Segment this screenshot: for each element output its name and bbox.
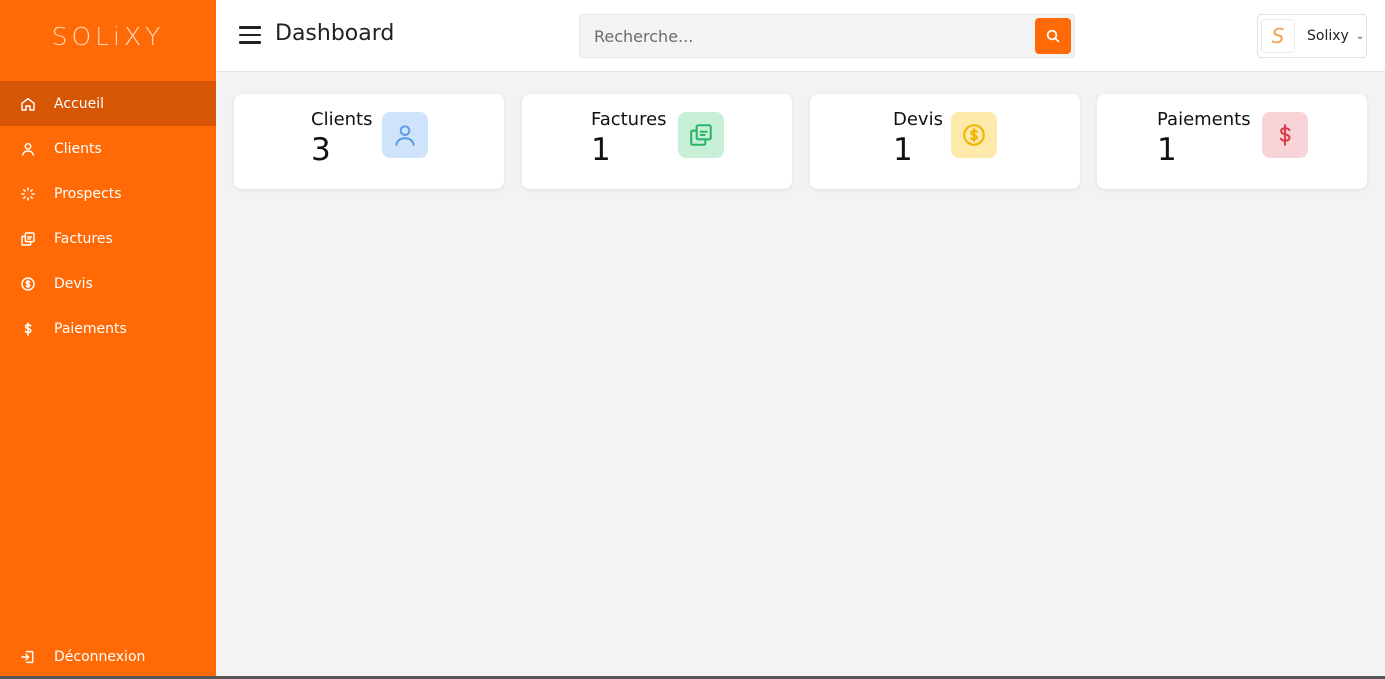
- sidebar-nav: Accueil Clients Prospects Factures Devis: [0, 81, 216, 351]
- menu-toggle-icon[interactable]: [239, 26, 261, 44]
- stat-card-clients[interactable]: Clients 3: [234, 94, 504, 189]
- sidebar-item-paiements[interactable]: Paiements: [0, 306, 216, 351]
- card-label: Paiements: [1157, 109, 1251, 130]
- sidebar: SOLiXY Accueil Clients Prospects Facture…: [0, 0, 216, 679]
- sidebar-item-label: Devis: [54, 275, 93, 292]
- card-value: 3: [311, 132, 331, 168]
- logout-icon: [19, 648, 36, 665]
- user-icon: [19, 140, 36, 157]
- sidebar-item-devis[interactable]: Devis: [0, 261, 216, 306]
- sidebar-item-label: Clients: [54, 140, 102, 157]
- sidebar-item-label: Factures: [54, 230, 113, 247]
- top-bar: Dashboard S Solixy ⌄: [216, 0, 1385, 72]
- copy-icon: [678, 112, 724, 158]
- sidebar-item-prospects[interactable]: Prospects: [0, 171, 216, 216]
- card-value: 1: [893, 132, 913, 168]
- search-bar: [579, 14, 1075, 58]
- sidebar-item-factures[interactable]: Factures: [0, 216, 216, 261]
- loader-icon: [19, 185, 36, 202]
- home-icon: [19, 95, 36, 112]
- user-icon: [382, 112, 428, 158]
- logout-button[interactable]: Déconnexion: [0, 634, 216, 679]
- sidebar-item-label: Accueil: [54, 95, 104, 112]
- card-label: Clients: [311, 109, 373, 130]
- stat-card-devis[interactable]: Devis 1: [810, 94, 1080, 189]
- search-icon: [1046, 29, 1060, 43]
- card-label: Devis: [893, 109, 943, 130]
- sidebar-item-label: Prospects: [54, 185, 122, 202]
- card-value: 1: [1157, 132, 1177, 168]
- app-logo[interactable]: SOLiXY: [0, 0, 216, 72]
- copy-icon: [19, 230, 36, 247]
- sidebar-item-label: Paiements: [54, 320, 127, 337]
- chevron-down-icon: ⌄: [1355, 30, 1365, 42]
- coin-icon: [19, 275, 36, 292]
- dollar-icon: [19, 320, 36, 337]
- sidebar-item-clients[interactable]: Clients: [0, 126, 216, 171]
- search-button[interactable]: [1035, 18, 1071, 54]
- coin-icon: [951, 112, 997, 158]
- stat-card-paiements[interactable]: Paiements 1: [1097, 94, 1367, 189]
- dollar-icon: [1262, 112, 1308, 158]
- card-label: Factures: [591, 109, 667, 130]
- stat-card-factures[interactable]: Factures 1: [522, 94, 792, 189]
- logout-label: Déconnexion: [54, 648, 146, 665]
- page-title: Dashboard: [275, 21, 395, 46]
- card-value: 1: [591, 132, 611, 168]
- sidebar-item-accueil[interactable]: Accueil: [0, 81, 216, 126]
- user-name: Solixy: [1307, 28, 1349, 44]
- search-input[interactable]: [580, 15, 1030, 57]
- logo-text: SOLiXY: [51, 21, 165, 51]
- logout-section: Déconnexion: [0, 634, 216, 679]
- user-menu[interactable]: S Solixy ⌄: [1257, 14, 1367, 58]
- avatar: S: [1261, 19, 1295, 53]
